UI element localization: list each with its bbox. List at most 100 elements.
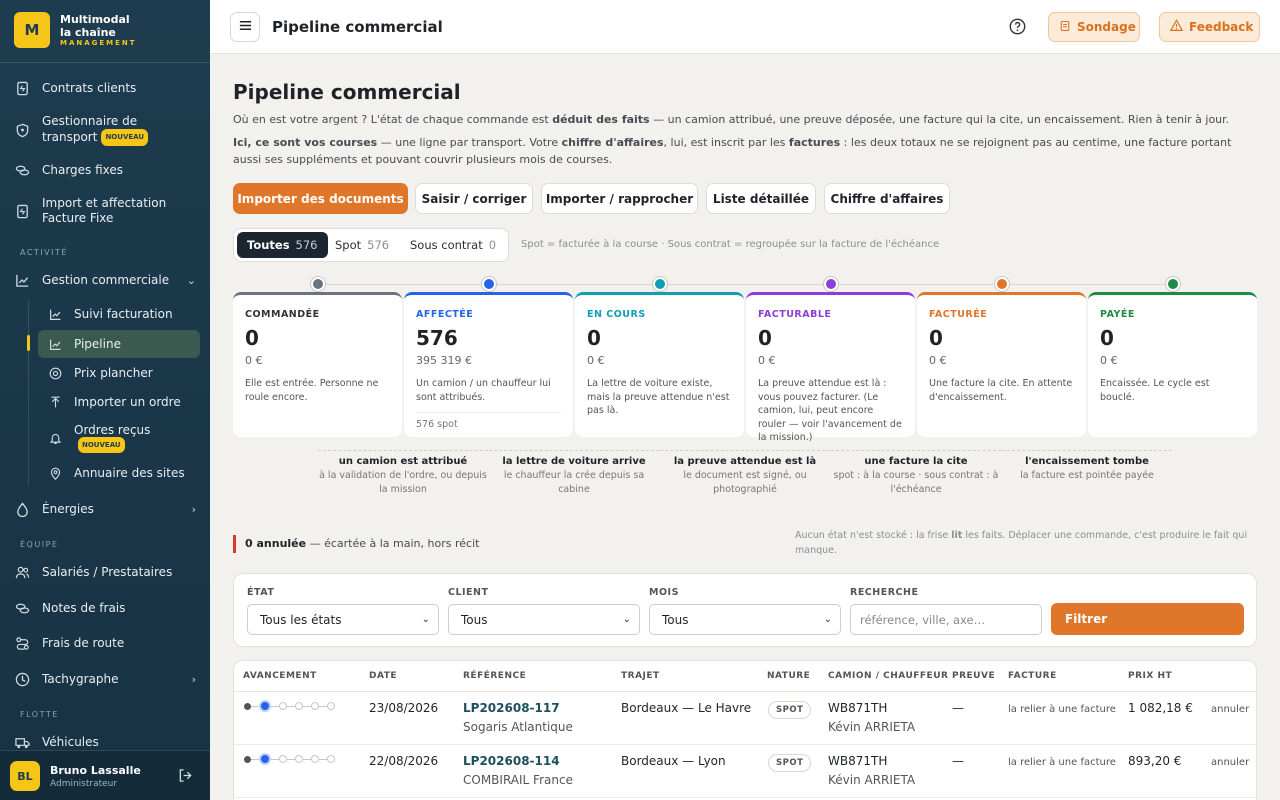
proof-value: —: [952, 754, 964, 768]
sidebar-subitem-annuaire-sites[interactable]: Annuaire des sites: [38, 459, 200, 487]
sidebar-item-label: Prix plancher: [74, 366, 153, 380]
intro-bold: Ici, ce sont vos courses: [233, 136, 378, 149]
sidebar-item-label: Énergies: [42, 501, 94, 516]
stage-card[interactable]: FACTURÉE 0 0 € Une facture la cite. En atte…: [917, 292, 1086, 437]
column-header: AVANCEMENT: [243, 671, 317, 681]
stage-count: 576: [416, 326, 458, 350]
column-header: TRAJET: [621, 671, 660, 681]
table-row[interactable]: 23/08/2026 LP202608-117 Sogaris Atlantiq…: [234, 692, 1256, 745]
sidebar-subitem-importer-ordre[interactable]: Importer un ordre: [38, 388, 200, 416]
order-reference[interactable]: LP202608-117: [463, 701, 560, 715]
coins-icon: [14, 162, 30, 178]
transition-title: la lettre de voiture arrive: [502, 456, 646, 467]
sidebar-item-notes-frais[interactable]: Notes de frais: [14, 600, 125, 616]
stage-card[interactable]: PAYÉE 0 0 € Encaissée. Le cycle est bouclé.: [1088, 292, 1257, 437]
help-icon[interactable]: [1009, 18, 1027, 36]
transition-description: le chauffeur la crée depuis sa cabine: [503, 470, 645, 495]
order-reference[interactable]: LP202608-114: [463, 754, 560, 768]
column-header: CAMION / CHAUFFEUR: [828, 671, 949, 681]
chiffre-affaires-button[interactable]: Chiffre d'affaires: [824, 183, 950, 214]
import-documents-button[interactable]: Importer des documents: [233, 183, 408, 214]
liste-detaillee-button[interactable]: Liste détaillée: [706, 183, 816, 214]
sidebar-item-frais-route[interactable]: Frais de route: [14, 635, 124, 651]
link-invoice[interactable]: la relier à une facture: [1008, 704, 1116, 715]
logo[interactable]: M Multimodal la chaîne MANAGEMENT: [14, 12, 137, 48]
nature-badge: SPOT: [768, 754, 812, 772]
sidebar-subitem-pipeline[interactable]: Pipeline: [38, 330, 200, 358]
segment-spot[interactable]: Spot 576: [325, 232, 399, 258]
stage-card[interactable]: AFFECTÉE 576 395 319 € Un camion / un chauf…: [404, 292, 573, 437]
sidebar-subitem-suivi-facturation[interactable]: Suivi facturation: [38, 300, 200, 328]
sidebar-item-vehicules[interactable]: Véhicules: [14, 734, 99, 750]
sidebar-item-contrats-clients[interactable]: Contrats clients: [14, 80, 136, 96]
logout-icon[interactable]: [178, 768, 193, 787]
invoice-icon: [14, 203, 30, 219]
proof-value: —: [952, 701, 964, 715]
cancel-link[interactable]: annuler: [1211, 704, 1249, 715]
order-date: 22/08/2026: [369, 754, 439, 768]
transition-line: [660, 450, 830, 451]
sidebar-item-salaries[interactable]: Salariés / Prestataires: [14, 564, 172, 580]
stage-amount: 395 319 €: [416, 354, 472, 367]
avatar[interactable]: BL: [10, 761, 40, 791]
segment-toutes[interactable]: Toutes 576: [237, 232, 328, 258]
sidebar-item-charges-fixes[interactable]: Charges fixes: [14, 162, 123, 178]
saisir-corriger-button[interactable]: Saisir / corriger: [415, 183, 533, 214]
stage-amount: 0 €: [758, 354, 776, 367]
chevron-down-icon: ⌄: [186, 273, 196, 287]
shield-icon: [14, 122, 30, 138]
hamburger-icon: [238, 18, 253, 37]
feedback-button[interactable]: Feedback: [1159, 12, 1260, 42]
stage-extra: 576 spot: [416, 412, 561, 430]
search-input[interactable]: référence, ville, axe…: [850, 604, 1042, 635]
sondage-button[interactable]: Sondage: [1048, 12, 1140, 42]
intro-bold: chiffre d'affaires: [561, 136, 664, 149]
sidebar-subitem-prix-plancher[interactable]: Prix plancher: [38, 359, 200, 387]
sidebar-item-gestion-commerciale[interactable]: Gestion commerciale ⌄: [14, 272, 196, 288]
table-row[interactable]: 22/08/2026 LP202608-114 COMBIRAIL France…: [234, 745, 1256, 798]
sidebar-subitem-ordres-recus[interactable]: Ordres reçusNOUVEAU: [38, 421, 200, 455]
etat-select[interactable]: Tous les états ⌄: [247, 604, 439, 635]
client-select[interactable]: Tous ⌄: [448, 604, 640, 635]
stage-transition: la lettre de voiture arrive le chauffeur …: [489, 456, 659, 496]
client-value: Tous: [461, 612, 488, 627]
cancel-link[interactable]: annuler: [1211, 757, 1249, 768]
stage-status: COMMANDÉE: [245, 309, 320, 320]
transition-title: l'encaissement tombe: [1025, 456, 1149, 467]
price-ht: 1 082,18 €: [1128, 701, 1193, 715]
importer-rapprocher-button[interactable]: Importer / rapprocher: [541, 183, 698, 214]
column-header: DATE: [369, 671, 398, 681]
sidebar-item-gestionnaire-transport[interactable]: Gestionnaire de transport NOUVEAU: [14, 114, 162, 146]
progress-steps: [244, 753, 335, 765]
stage-status: FACTURABLE: [758, 309, 832, 320]
section-equipe: ÉQUIPE: [20, 540, 59, 549]
clipboard-icon: [1059, 20, 1071, 35]
column-header: NATURE: [767, 671, 811, 681]
transition-title: la preuve attendue est là: [673, 456, 817, 467]
stage-card[interactable]: EN COURS 0 0 € La lettre de voiture existe,…: [575, 292, 744, 437]
filter-button[interactable]: Filtrer: [1051, 603, 1244, 635]
mois-select[interactable]: Tous ⌄: [649, 604, 841, 635]
intro-bold: déduit des faits: [552, 113, 650, 126]
sidebar-item-label: Charges fixes: [42, 162, 124, 177]
etat-label: ÉTAT: [247, 587, 275, 598]
sidebar-item-label: Ordres reçus: [74, 423, 151, 437]
sidebar-item-energies[interactable]: Énergies ›: [14, 501, 196, 517]
pipeline-note: Aucun état n'est stocké : la frise lit l…: [795, 528, 1255, 558]
sidebar-item-tachygraphe[interactable]: Tachygraphe ›: [14, 671, 196, 687]
menu-button[interactable]: [230, 12, 260, 42]
coins-icon: [14, 600, 30, 616]
note-bold: lit: [951, 530, 963, 541]
stage-card[interactable]: COMMANDÉE 0 0 € Elle est entrée. Personne n…: [233, 292, 402, 437]
segment-label: Sous contrat: [410, 238, 483, 252]
segment-sous-contrat[interactable]: Sous contrat 0: [400, 232, 506, 258]
stage-amount: 0 €: [587, 354, 605, 367]
sidebar-item-label: Tachygraphe: [42, 671, 119, 686]
stage-card[interactable]: FACTURABLE 0 0 € La preuve attendue est là …: [746, 292, 915, 443]
target-icon: [48, 366, 62, 380]
link-invoice[interactable]: la relier à une facture: [1008, 757, 1116, 768]
sidebar-item-import-facture-fixe[interactable]: Import et affectation Facture Fixe: [14, 196, 167, 226]
stage-amount: 0 €: [245, 354, 263, 367]
stage-transition: la preuve attendue est là le document est…: [660, 456, 830, 496]
sidebar-divider: [0, 62, 210, 63]
